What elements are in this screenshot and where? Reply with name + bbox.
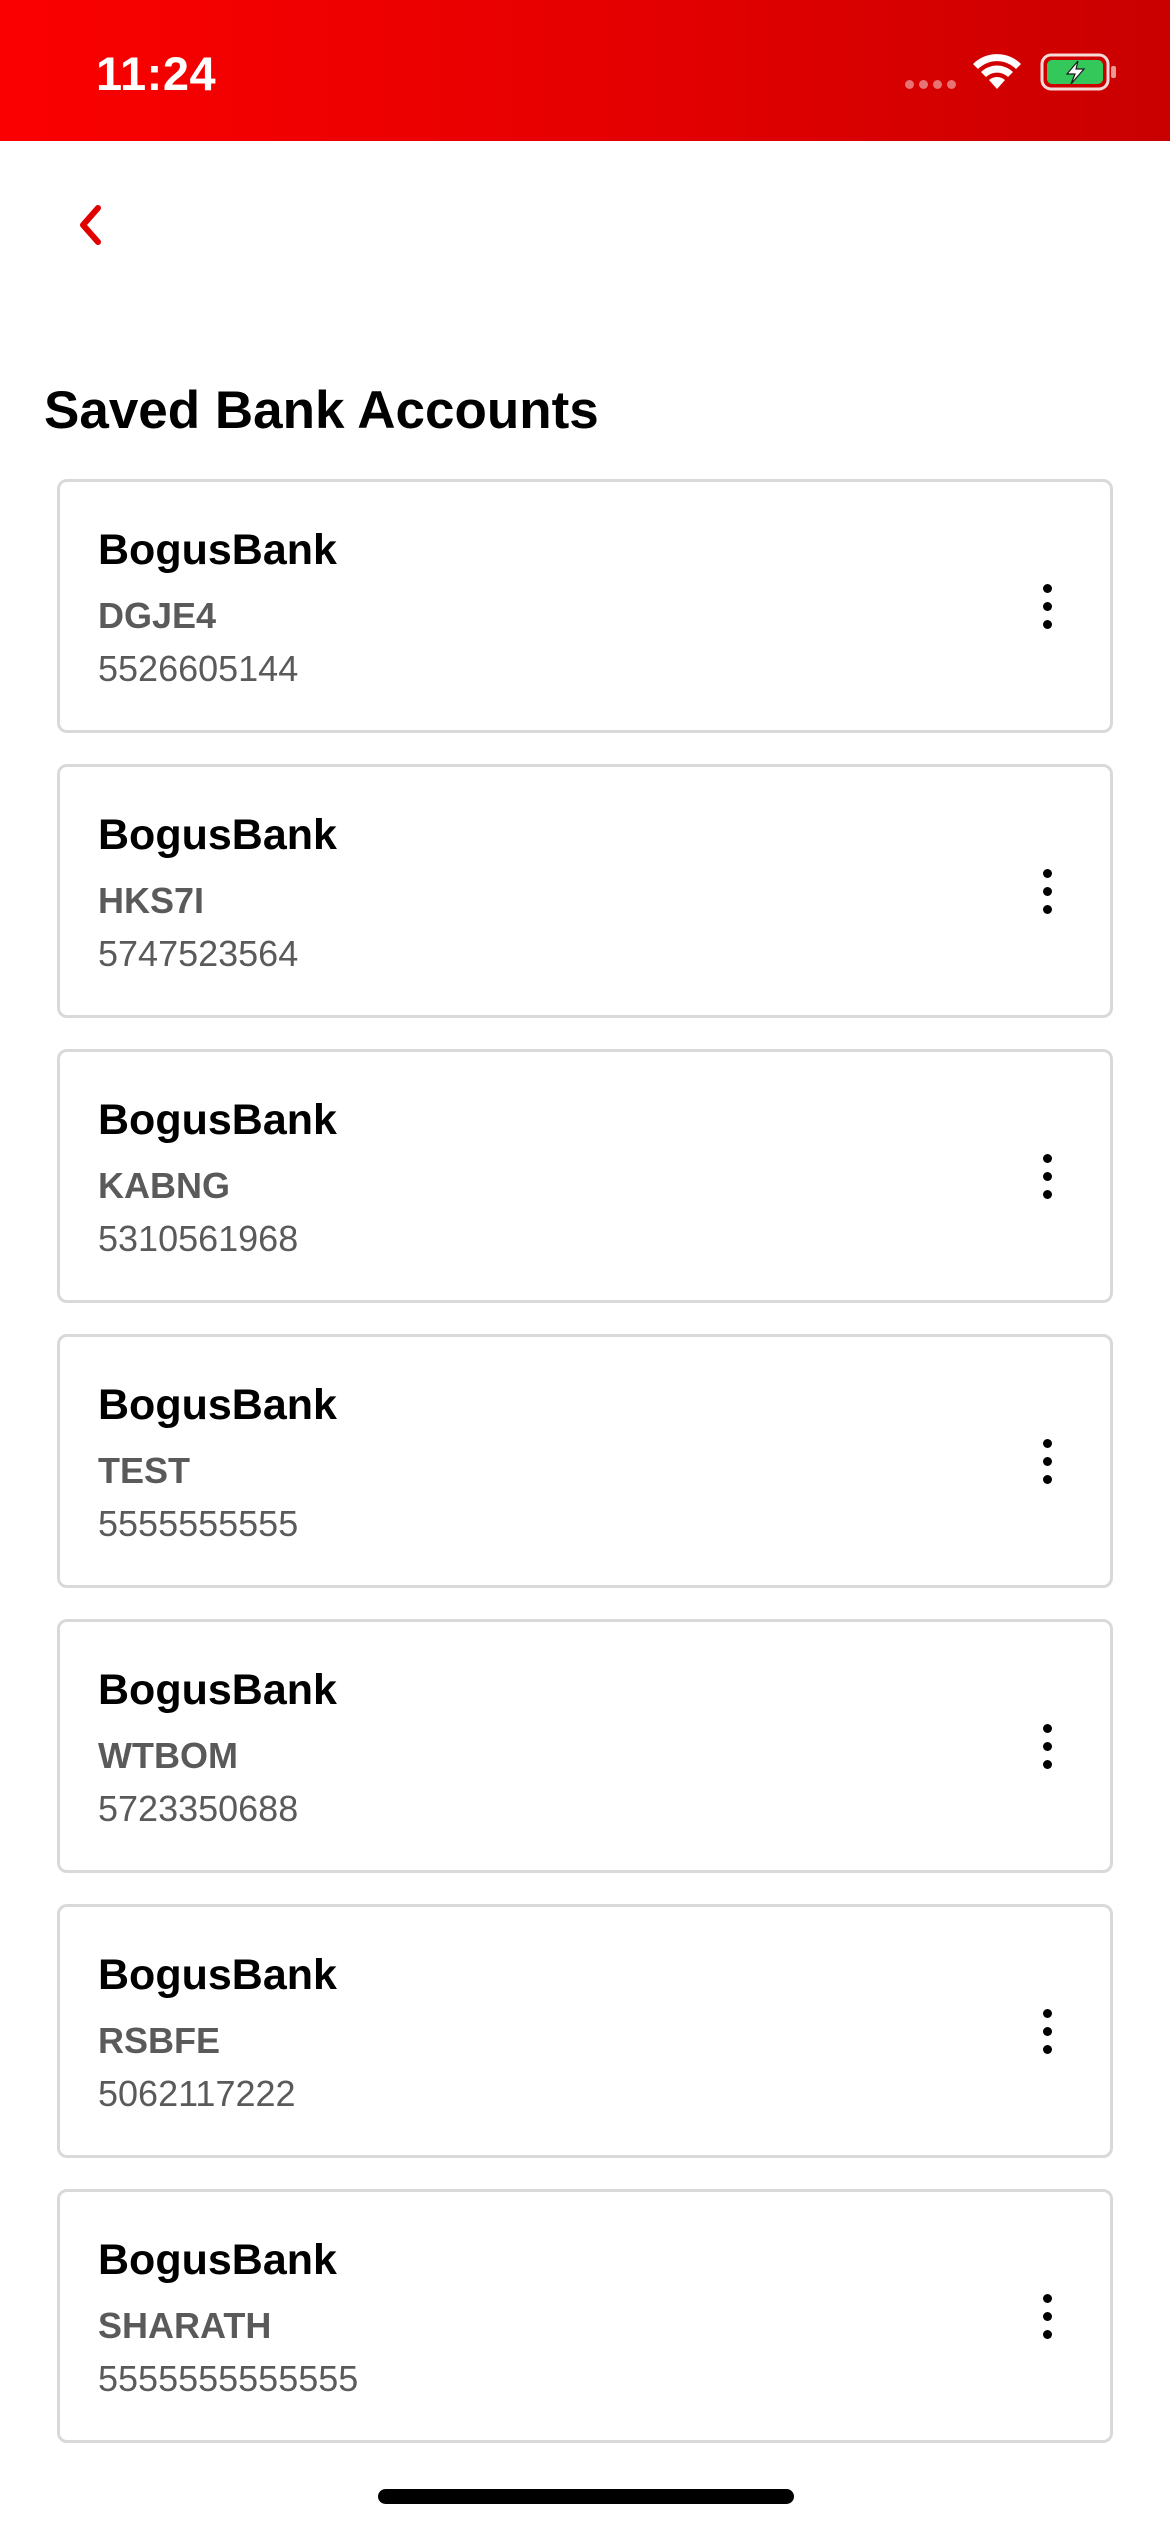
more-options-button[interactable]: [1020, 859, 1074, 923]
bank-name: BogusBank: [98, 2236, 337, 2284]
account-number: 5310561968: [98, 1218, 299, 1259]
account-number: 5555555555: [98, 1503, 299, 1544]
bank-name: BogusBank: [98, 1381, 337, 1429]
bank-name: BogusBank: [98, 1951, 337, 1999]
bank-name: BogusBank: [98, 1666, 337, 1714]
account-card[interactable]: BogusBank HKS7I 5747523564: [57, 764, 1113, 1018]
more-vertical-icon: [1042, 2293, 1052, 2303]
status-bar: 11:24: [0, 0, 1170, 141]
chevron-left-icon: [80, 205, 101, 245]
account-card[interactable]: BogusBank TEST 5555555555: [57, 1334, 1113, 1588]
more-vertical-icon: [1042, 2008, 1052, 2018]
more-vertical-icon: [1042, 1153, 1052, 1163]
account-nickname: HKS7I: [98, 880, 205, 921]
more-options-button[interactable]: [1020, 1999, 1074, 2063]
account-number: 5526605144: [98, 648, 299, 689]
more-options-button[interactable]: [1020, 1144, 1074, 1208]
bank-name: BogusBank: [98, 526, 337, 574]
more-vertical-icon: [1042, 583, 1052, 593]
page-title: Saved Bank Accounts: [44, 381, 599, 440]
account-card[interactable]: BogusBank SHARATH 5555555555555: [57, 2189, 1113, 2443]
wifi-icon: [973, 54, 1021, 89]
account-number: 5555555555555: [98, 2358, 359, 2399]
account-number: 5062117222: [98, 2073, 296, 2114]
more-vertical-icon: [1042, 1723, 1052, 1733]
more-options-button[interactable]: [1020, 2284, 1074, 2348]
account-card[interactable]: BogusBank RSBFE 5062117222: [57, 1904, 1113, 2158]
account-nickname: TEST: [98, 1450, 191, 1491]
account-number: 5747523564: [98, 933, 299, 974]
more-options-button[interactable]: [1020, 1714, 1074, 1778]
home-indicator: [378, 2489, 794, 2504]
more-vertical-icon: [1042, 1438, 1052, 1448]
account-card[interactable]: BogusBank KABNG 5310561968: [57, 1049, 1113, 1303]
more-options-button[interactable]: [1020, 1429, 1074, 1493]
account-card[interactable]: BogusBank WTBOM 5723350688: [57, 1619, 1113, 1873]
account-nickname: DGJE4: [98, 595, 217, 636]
bank-name: BogusBank: [98, 811, 337, 859]
more-options-button[interactable]: [1020, 574, 1074, 638]
account-number: 5723350688: [98, 1788, 299, 1829]
status-time: 11:24: [96, 47, 217, 100]
account-nickname: SHARATH: [98, 2305, 272, 2346]
account-card[interactable]: BogusBank DGJE4 5526605144: [57, 479, 1113, 733]
battery-charging-icon: [1040, 53, 1116, 91]
account-nickname: WTBOM: [98, 1735, 238, 1776]
account-nickname: KABNG: [98, 1165, 230, 1206]
back-button[interactable]: [60, 195, 120, 255]
cellular-signal-icon: [905, 80, 956, 89]
more-vertical-icon: [1042, 868, 1052, 878]
saved-accounts-list: BogusBank DGJE4 5526605144 BogusBank HKS…: [57, 479, 1113, 2474]
account-nickname: RSBFE: [98, 2020, 221, 2061]
bank-name: BogusBank: [98, 1096, 337, 1144]
